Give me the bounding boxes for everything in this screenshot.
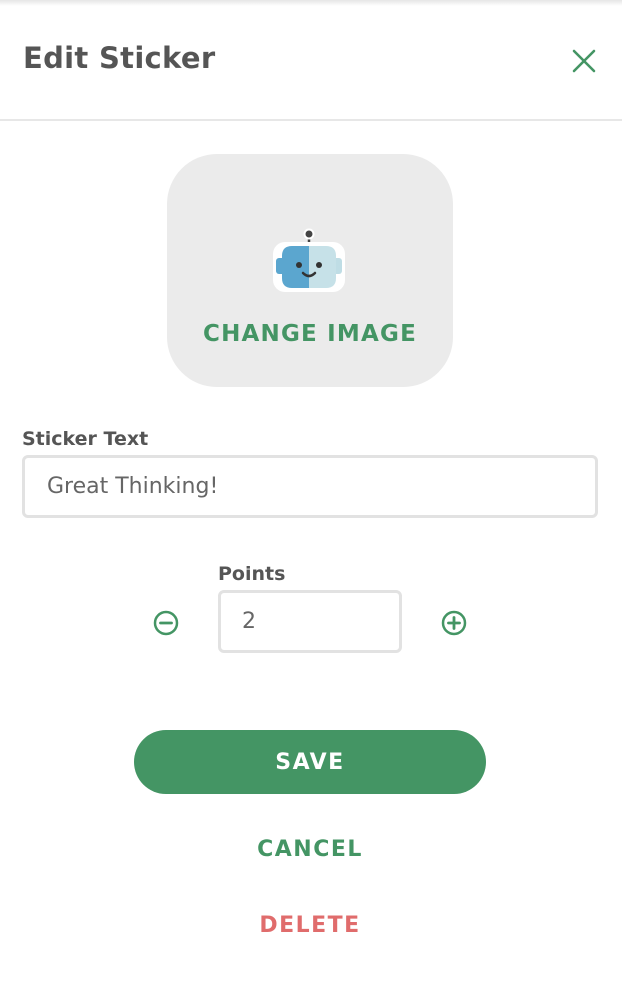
sticker-text-label: Sticker Text bbox=[22, 428, 149, 450]
points-input[interactable] bbox=[218, 590, 402, 653]
dialog-header: Edit Sticker bbox=[0, 0, 622, 121]
close-icon bbox=[572, 49, 596, 73]
decrement-points-button[interactable] bbox=[152, 609, 180, 637]
edit-sticker-dialog: Edit Sticker CHANGE IMAGE Sticker Text G… bbox=[0, 0, 622, 982]
dialog-title: Edit Sticker bbox=[23, 41, 216, 75]
increment-points-button[interactable] bbox=[440, 609, 468, 637]
delete-button[interactable]: DELETE bbox=[160, 905, 460, 945]
save-button[interactable]: SAVE bbox=[134, 730, 486, 794]
close-button[interactable] bbox=[568, 45, 600, 77]
points-label: Points bbox=[218, 563, 286, 585]
plus-circle-icon bbox=[441, 610, 467, 636]
sticker-text-input[interactable] bbox=[22, 455, 598, 518]
minus-circle-icon bbox=[153, 610, 179, 636]
robot-icon bbox=[273, 228, 345, 292]
cancel-button[interactable]: CANCEL bbox=[160, 829, 460, 869]
change-image-label: CHANGE IMAGE bbox=[202, 321, 417, 347]
change-image-button[interactable]: CHANGE IMAGE bbox=[167, 154, 453, 387]
